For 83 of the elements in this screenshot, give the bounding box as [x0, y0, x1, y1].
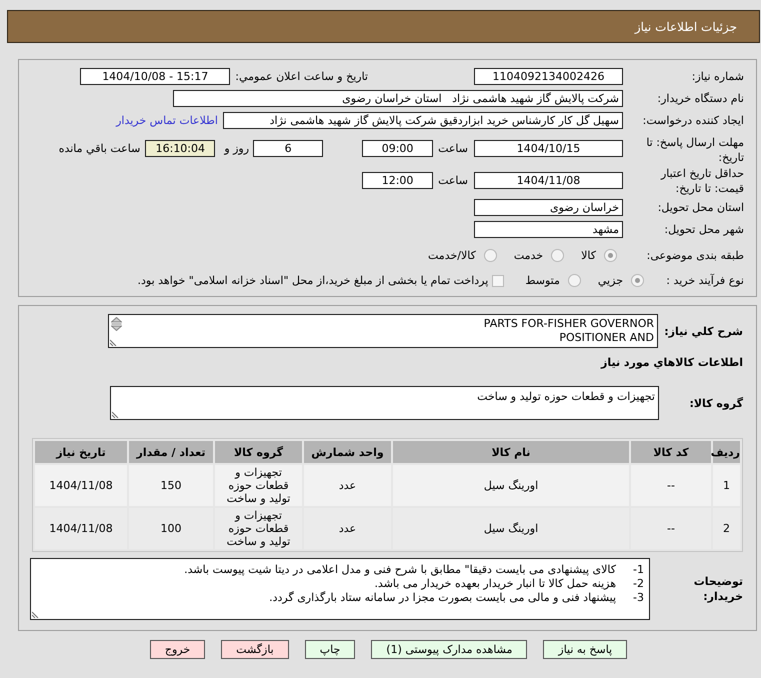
table-cell: تجهیزات و قطعات حوزه تولید و ساخت [215, 465, 302, 506]
field-label: تاریخ و ساعت اعلان عمومي: [235, 69, 368, 84]
note-text: کالای پیشنهادی می بایست دقیقا" مطابق با شرح فنی و مدل اعلامی در دیتا شیت پیوست باشد. [184, 563, 616, 577]
field-label: حداقل تاریخ اعتبار قیمت: تا تاریخ: [660, 167, 744, 195]
need-number-field[interactable]: 1104092134002426 [474, 68, 623, 85]
radio-button[interactable] [604, 249, 617, 262]
radio-label: خدمت [514, 248, 544, 263]
note-text: پیشنهاد فنی و مالی می بایست بصورت مجزا در سامانه ستاد بارگذاری گردد. [269, 591, 616, 605]
checkbox-label: پرداخت تمام یا بخشی از مبلغ خرید،از محل "اسناد خزانه اسلامی" خواهد بود. [138, 273, 488, 288]
field-label: توضیحات خریدار: [694, 575, 743, 603]
city-field[interactable]: مشهد [474, 221, 623, 238]
radio-button[interactable] [551, 249, 564, 262]
resize-grip-icon[interactable] [110, 339, 117, 346]
scroll-arrows-icon[interactable] [111, 317, 122, 331]
list-number: 3- [633, 591, 644, 605]
exit-button[interactable]: خروج [150, 640, 206, 659]
field-label: ایجاد کننده درخواست: [642, 114, 744, 127]
table-cell: عدد [304, 508, 391, 549]
print-button[interactable]: چاپ [304, 640, 356, 659]
goods-group-field[interactable]: تجهیزات و قطعات حوزه تولید و ساخت [110, 386, 659, 420]
field-label: شماره نیاز: [692, 70, 744, 83]
radio-button[interactable] [631, 274, 644, 287]
note-text: هزینه حمل کالا تا انبار خریدار بعهده خریدار می باشد. [374, 577, 616, 591]
time-field[interactable]: 12:00 [362, 172, 434, 189]
table-cell: -- [631, 465, 711, 506]
radio-button[interactable] [568, 274, 581, 287]
table-cell: 100 [129, 508, 213, 549]
reply-button[interactable]: پاسخ به نیاز [543, 640, 628, 659]
field-label: نوع فرآیند خرید : [666, 274, 744, 287]
time-label: ساعت [438, 141, 468, 156]
radio-label: جزيي [598, 273, 623, 288]
date-field[interactable]: 1404/11/08 [474, 172, 623, 189]
buyer-name-field[interactable]: شرکت پالایش گاز شهید هاشمی نژاد استان خراسان رضوی [173, 90, 623, 107]
section-heading: اطلاعات کالاهاي مورد نیاز [601, 355, 743, 370]
back-button[interactable]: بازگشت [221, 640, 289, 659]
radio-label: کالا/خدمت [428, 248, 476, 263]
field-label: نام دستگاه خریدار: [657, 92, 744, 105]
remaining-time-field[interactable]: 16:10:04 [145, 140, 216, 157]
field-label: شهر محل تحویل: [664, 223, 744, 236]
description-field[interactable]: PARTS FOR-FISHER GOVERNOR POSITIONER AND [108, 314, 658, 348]
page-title: جزئیات اطلاعات نیاز [634, 20, 737, 34]
time-label: ساعت [438, 173, 468, 188]
field-label: شرح کلي نیاز: [664, 324, 743, 338]
province-field[interactable]: خراسان رضوی [474, 199, 623, 216]
table-cell: 1404/11/08 [35, 465, 127, 506]
contact-link[interactable]: اطلاعات تماس خریدار [116, 113, 218, 128]
list-number: 1- [633, 563, 644, 577]
table-cell: اورینگ سیل [393, 508, 629, 549]
days-label: روز و [224, 141, 250, 156]
attachments-button[interactable]: مشاهده مدارک پیوستی (1) [371, 640, 528, 659]
requester-field[interactable]: سهیل گل کار کارشناس خرید ابزاردقیق شرکت پالایش گاز شهید هاشمی نژاد [223, 112, 623, 129]
table-cell: عدد [304, 465, 391, 506]
table-cell: 1 [713, 465, 740, 506]
table-cell: 150 [129, 465, 213, 506]
table-cell: -- [631, 508, 711, 549]
table-cell: اورینگ سیل [393, 465, 629, 506]
column-header: گروه کالا [215, 441, 302, 463]
announcement-date-field[interactable]: 1404/10/08 - 15:17 [80, 68, 230, 85]
radio-label: کالا [581, 248, 596, 263]
field-label: استان محل تحویل: [658, 201, 744, 214]
table-cell: تجهیزات و قطعات حوزه تولید و ساخت [215, 508, 302, 549]
column-header: کد کالا [631, 441, 711, 463]
column-header: تعداد / مقدار [129, 441, 213, 463]
column-header: تاریخ نیاز [35, 441, 127, 463]
radio-label: متوسط [525, 273, 560, 288]
date-field[interactable]: 1404/10/15 [474, 140, 623, 157]
column-header: واحد شمارش [304, 441, 391, 463]
days-field[interactable]: 6 [253, 140, 324, 157]
table-cell: 2 [713, 508, 740, 549]
notes-field[interactable] [30, 558, 650, 620]
radio-button[interactable] [484, 249, 497, 262]
table-cell: 1404/11/08 [35, 508, 127, 549]
field-label: گروه کالا: [689, 396, 743, 410]
remaining-label: ساعت باقي مانده [58, 141, 140, 156]
column-header: نام کالا [393, 441, 629, 463]
field-label: مهلت ارسال پاسخ: تا تاریخ: [646, 136, 744, 164]
resize-grip-icon[interactable] [32, 611, 39, 618]
resize-grip-icon[interactable] [112, 411, 119, 418]
field-label: طبقه بندی موضوعی: [646, 249, 744, 262]
time-field[interactable]: 09:00 [362, 140, 434, 157]
checkbox[interactable] [492, 274, 504, 286]
list-number: 2- [633, 577, 644, 591]
column-header: ردیف [713, 441, 740, 463]
